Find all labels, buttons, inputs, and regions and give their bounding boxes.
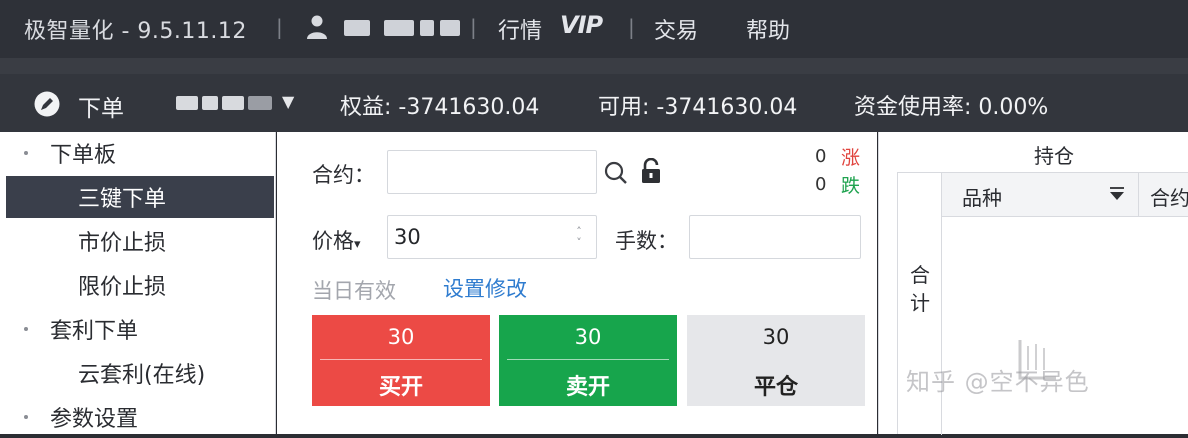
tree-item-cloud-arbitrage[interactable]: 云套利(在线) [0, 352, 276, 394]
tree-item-label: 套利下单 [50, 319, 139, 344]
separator: | [470, 15, 477, 39]
close-position-label: 平仓 [753, 375, 798, 400]
down-count: 0 [815, 174, 827, 195]
column-divider [1138, 173, 1139, 217]
divider [507, 359, 669, 360]
username-redacted [344, 20, 460, 36]
separator: | [628, 15, 635, 39]
user-icon[interactable] [306, 14, 328, 40]
pen-icon [34, 91, 60, 117]
title-bar: 极智量化 - 9.5.11.12 | | 行情 VIP | 交易 帮助 [0, 0, 1188, 58]
tree-item-limit-stop[interactable]: 限价止损 [0, 264, 276, 306]
separator: | [276, 15, 283, 39]
buy-price: 30 [387, 325, 415, 349]
chevron-down-icon: ▾ [354, 237, 361, 252]
close-price: 30 [762, 325, 790, 349]
filter-icon[interactable] [1108, 185, 1126, 203]
capital-usage-value: 资金使用率: 0.00% [854, 95, 1049, 120]
tree-item-arbitrage-order[interactable]: 套利下单 [0, 308, 276, 350]
equity-value: 权益: -3741630.04 [340, 95, 540, 120]
account-redacted[interactable] [176, 96, 272, 110]
app-title: 极智量化 - 9.5.11.12 [24, 19, 247, 44]
sell-price: 30 [574, 325, 602, 349]
contract-input[interactable] [387, 150, 597, 194]
account-dropdown-icon[interactable]: ▼ [282, 92, 294, 111]
bullet-icon [24, 415, 28, 419]
quantity-label: 手数： [615, 229, 678, 253]
column-symbol[interactable]: 品种 [962, 182, 1002, 211]
tree-item-label: 市价止损 [78, 231, 167, 256]
down-label: 跌 [841, 175, 861, 197]
menu-market[interactable]: 行情 [498, 13, 542, 45]
tree-item-parameter-settings[interactable]: 参数设置 [0, 396, 276, 438]
price-type-dropdown[interactable]: 价格▾ [312, 225, 361, 255]
buy-open-label: 买开 [378, 375, 423, 400]
tree-item-label: 三键下单 [78, 187, 167, 212]
total-label: 合计 [910, 263, 930, 315]
tree-item-market-stop[interactable]: 市价止损 [0, 220, 276, 262]
tree-item-order-board[interactable]: 下单板 [0, 132, 276, 174]
search-icon[interactable] [603, 160, 629, 186]
positions-title: 持仓 [1034, 144, 1074, 168]
tree-item-three-key-order[interactable]: 三键下单 [6, 176, 274, 218]
buy-open-button[interactable]: 30 买开 [312, 315, 490, 406]
order-title: 下单 [78, 96, 124, 122]
tree-item-label: 云套利(在线) [78, 363, 206, 388]
divider [320, 359, 482, 360]
positions-header-row: 品种 合约 [942, 173, 1188, 217]
settings-link[interactable]: 设置修改 [443, 273, 527, 303]
close-position-button[interactable]: 30 平仓 [687, 315, 865, 406]
bullet-icon [24, 151, 28, 155]
lock-icon[interactable] [639, 158, 663, 184]
price-label: 价格 [312, 229, 354, 253]
price-input[interactable]: 30 [387, 215, 597, 259]
price-stepper-icon[interactable]: ˄ ˅ [573, 226, 585, 252]
vip-badge: VIP [560, 11, 603, 39]
menu-trade[interactable]: 交易 [654, 13, 698, 45]
available-value: 可用: -3741630.04 [598, 95, 798, 120]
bullet-icon [24, 327, 28, 331]
validity-text: 当日有效 [312, 279, 396, 303]
price-value: 30 [394, 225, 421, 249]
tree-item-label: 参数设置 [50, 407, 139, 432]
menu-help[interactable]: 帮助 [746, 13, 790, 45]
quantity-input[interactable] [689, 215, 861, 259]
divider [0, 58, 1188, 74]
three-key-order-form: 合约： 0 涨 0 跌 价格▾ 30 ˄ ˅ 手数： 当日有效 设置修改 30 买… [277, 132, 877, 434]
tree-item-label: 下单板 [50, 143, 117, 168]
order-toolbar: 下单 ▼ 权益: -3741630.04 可用: -3741630.04 资金使… [0, 74, 1188, 132]
watermark-text: 知乎 @空不异色 [906, 368, 1090, 396]
contract-label: 合约： [312, 163, 375, 187]
tree-item-label: 限价止损 [78, 275, 167, 300]
column-contract[interactable]: 合约 [1150, 182, 1188, 211]
up-count: 0 [815, 146, 827, 167]
up-label: 涨 [841, 147, 861, 169]
sell-open-button[interactable]: 30 卖开 [499, 315, 677, 406]
order-type-tree: 下单板 三键下单 市价止损 限价止损 套利下单 云套利(在线) 参数设置 [0, 132, 276, 434]
sell-open-label: 卖开 [565, 375, 610, 400]
